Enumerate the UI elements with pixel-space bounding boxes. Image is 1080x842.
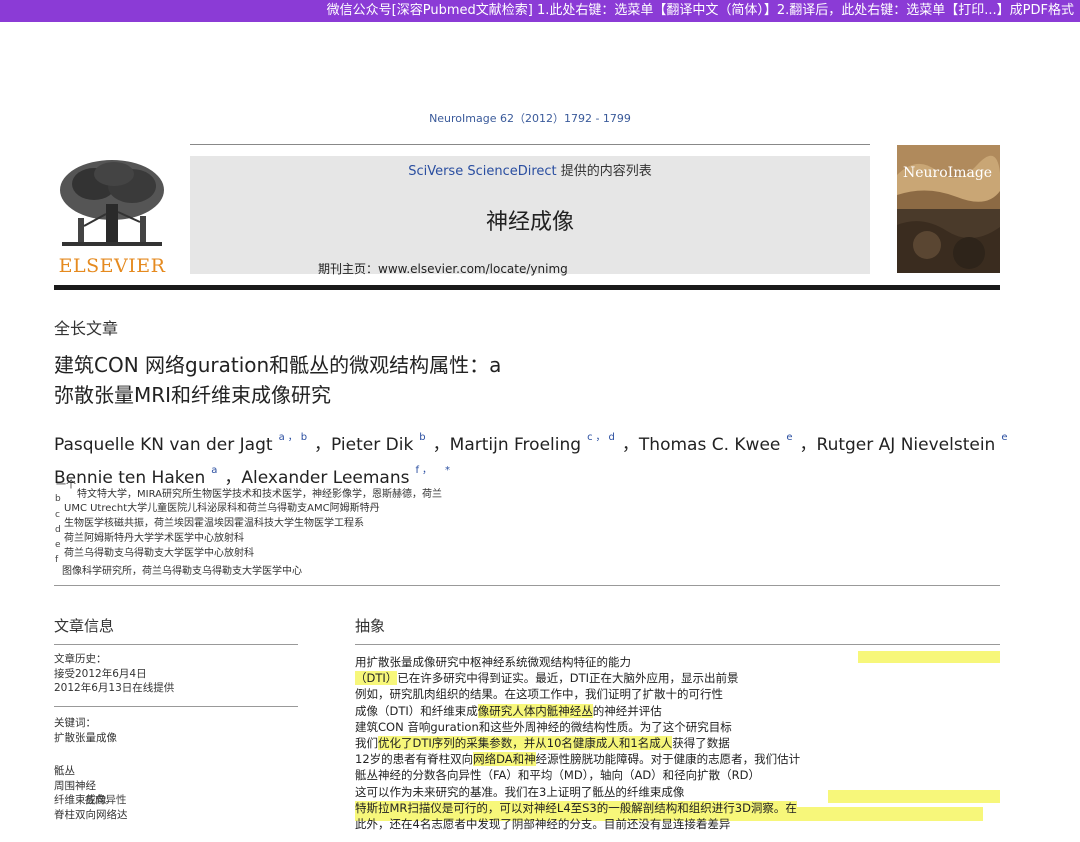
section-rule (54, 585, 1000, 586)
author-name[interactable]: ，Thomas C. Kwee (622, 435, 780, 455)
header-thick-rule (54, 285, 1000, 290)
affiliation-letter: e (55, 540, 61, 550)
keyword-item: 脊柱双向网络达 (54, 808, 128, 821)
abstract-text: 用扩散张量成像研究中枢神经系统微观结构特征的能力 （DTI）已在许多研究中得到证… (355, 654, 1005, 832)
journal-cover-image: NeuroImage (897, 145, 1000, 273)
affiliation-line: 生物医学核磁共振，荷兰埃因霍温埃因霍温科技大学生物医学工程系 (64, 518, 364, 529)
publisher-logo-text: ELSEVIER (58, 255, 166, 277)
provided-text: 提供的内容列表 (556, 164, 652, 179)
affiliation-letter: c (55, 510, 60, 520)
abstract-line: 12岁的患者有脊柱双向网络DA和神经源性膀胱功能障碍。对于健康的志愿者，我们估计 (355, 752, 801, 767)
author-name[interactable]: ，Martijn Froeling (433, 435, 581, 455)
article-type: 全长文章 (54, 319, 119, 338)
author-affil-sup[interactable]: e (1001, 432, 1010, 443)
abstract-heading: 抽象 (355, 617, 386, 635)
affiliation-line: UMC Utrecht大学儿童医院儿科泌尿科和荷兰乌得勒支AMC阿姆斯特丹 (64, 503, 380, 514)
header-top-rule (190, 144, 870, 145)
author-affil-sup[interactable]: c，d (587, 432, 618, 443)
journal-header-box: SciVerse ScienceDirect 提供的内容列表 神经成像 期刊主页… (190, 156, 870, 277)
affiliation-a-marker: 一个 (56, 480, 76, 491)
affiliation-line: 荷兰乌得勒支乌得勒支大学医学中心放射科 (64, 548, 254, 559)
abstract-rule (355, 644, 1000, 645)
abstract-line: 我们优化了DTI序列的采集参数，并从10名健康成人和1名成人获得了数据 (355, 736, 730, 751)
author-name[interactable]: ，Pieter Dik (314, 435, 413, 455)
online-date: 2012年6月13日在线提供 (54, 682, 175, 694)
translation-banner: 微信公众号[深容Pubmed文献检索] 1.此处右键：选菜单【翻译中文（简体）】… (0, 0, 1080, 22)
abstract-line: 骶丛神经的分数各向异性（FA）和平均（MD），轴向（AD）和径向扩散（RD） (355, 768, 761, 783)
abstract-line: 例如，研究肌肉组织的结果。在这项工作中，我们证明了扩散十的可行性 (355, 687, 723, 702)
author-affil-sup[interactable]: e (786, 432, 795, 443)
keywords-more: 骶丛 周围神经 纤维束成像各向异性 脊柱双向网络达 (54, 764, 128, 822)
author-name[interactable]: ，Rutger AJ Nievelstein (800, 435, 996, 455)
author-line-1: Pasquelle KN van der Jagt a，b ，Pieter Dik b… (54, 425, 1074, 458)
abstract-line: （DTI）已在许多研究中得到证实。最近，DTI正在大脑外应用，显示出前景 (355, 671, 739, 686)
received-date: 接受2012年6月4日 (54, 667, 147, 680)
keyword-item: 周围神经 (54, 779, 96, 792)
author-list: Pasquelle KN van der Jagt a，b ，Pieter Dik b… (54, 425, 1074, 491)
article-info-rule (54, 706, 298, 707)
corresponding-author-mark[interactable]: * (445, 465, 453, 476)
title-line-2: 弥散张量MRI和纤维束成像研究 (54, 383, 332, 407)
article-title: 建筑CON 网络guration和骶丛的微观结构属性：a 弥散张量MRI和纤维束… (54, 350, 501, 410)
keyword-item: 纤维束成像各向异性 (54, 794, 127, 806)
abstract-line: 特斯拉MR扫描仪是可行的，可以对神经L4至S3的一般解剖结构和组织进行3D洞察。… (355, 800, 797, 815)
keyword-item: 骶丛 (54, 765, 75, 777)
sciverse-link[interactable]: SciVerse ScienceDirect (408, 164, 556, 179)
cover-title: NeuroImage (903, 165, 993, 181)
abstract-line: 这可以作为未来研究的基准。我们在3上证明了骶丛的纤维束成像 (355, 784, 685, 799)
author-affil-sup[interactable]: b (419, 432, 428, 443)
abstract-line: 用扩散张量成像研究中枢神经系统微观结构特征的能力 (355, 655, 631, 669)
abstract-line: 建筑CON 音响guration和这些外周神经的微结构性质。为了这个研究目标 (355, 719, 732, 734)
journal-homepage[interactable]: 期刊主页：www.elsevier.com/locate/ynimg (318, 260, 568, 277)
affiliation-letter: d (55, 525, 61, 535)
article-history: 文章历史： 接受2012年6月4日 2012年6月13日在线提供 (54, 652, 174, 696)
journal-reference[interactable]: NeuroImage 62（2012）1792 - 1799 (0, 110, 1060, 126)
abstract-line: 成像（DTI）和纤维束成像研究人体内骶神经丛的神经并评估 (355, 703, 662, 718)
author-name[interactable]: Bennie ten Haken (54, 468, 205, 488)
journal-title: 神经成像 (485, 210, 574, 235)
author-affil-sup[interactable]: a，b (279, 432, 310, 443)
keywords-label: 关键词： (54, 717, 96, 729)
tree-icon (54, 156, 170, 256)
history-label: 文章历史： (54, 653, 107, 665)
affiliation-line: 图像科学研究所，荷兰乌得勒支乌得勒支大学医学中心 (62, 566, 302, 577)
author-line-2: Bennie ten Haken a ，Alexander Leemans f， * (54, 458, 1074, 491)
affiliation-line: 特文特大学，MIRA研究所生物医学技术和技术医学，神经影像学，恩斯赫德，荷兰 (77, 489, 442, 500)
article-info-rule (54, 644, 298, 645)
author-affil-sup[interactable]: a (211, 465, 220, 476)
author-name[interactable]: ，Alexander Leemans (224, 468, 409, 488)
keywords-block: 关键词： 扩散张量成像 (54, 716, 117, 745)
title-line-1: 建筑CON 网络guration和骶丛的微观结构属性：a (54, 353, 502, 377)
affiliation-letter: b (55, 494, 61, 504)
author-affil-sup[interactable]: f， (415, 465, 435, 476)
keyword-item: 扩散张量成像 (54, 731, 117, 744)
affiliation-letter: f (55, 555, 59, 565)
affiliation-line: 荷兰阿姆斯特丹大学学术医学中心放射科 (64, 533, 244, 544)
article-info-heading: 文章信息 (54, 617, 115, 635)
abstract-line: 此外，还在4名志愿者中发现了阴部神经的分支。目前还没有显连接着差异 (355, 817, 731, 832)
contents-list-line: SciVerse ScienceDirect 提供的内容列表 (190, 160, 870, 179)
author-name[interactable]: Pasquelle KN van der Jagt (54, 435, 273, 455)
